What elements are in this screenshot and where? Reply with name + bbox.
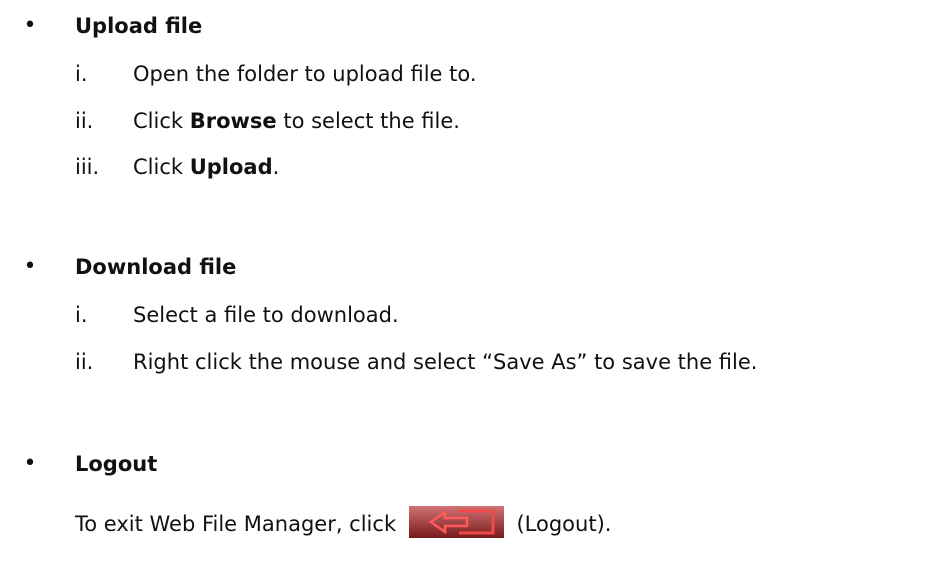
step-text-part: .: [272, 155, 280, 179]
bullet-point: •: [23, 13, 37, 38]
step-text-part: Click: [133, 155, 190, 179]
step-number: ii.: [75, 109, 94, 133]
step-text-part: Open the folder to upload file to.: [133, 62, 477, 86]
step-text: Click Browse to select the file.: [133, 106, 460, 136]
logout-arrow-icon[interactable]: [408, 506, 504, 538]
bullet-point: •: [23, 451, 37, 476]
step-number: ii.: [75, 350, 94, 374]
step-text-part: to select the file.: [276, 109, 460, 133]
bullet-point: •: [23, 254, 37, 279]
section-upload-file: • Upload file: [0, 11, 930, 41]
section-title: Download file: [75, 255, 237, 279]
step-text: Select a file to download.: [133, 300, 399, 330]
list-item: ii. Right click the mouse and select “Sa…: [0, 347, 930, 377]
section-title: Upload file: [75, 14, 203, 38]
upload-keyword: Upload: [189, 155, 273, 179]
step-text: Open the folder to upload file to.: [133, 59, 477, 89]
paragraph-text-after: (Logout).: [516, 512, 612, 536]
browse-keyword: Browse: [189, 109, 277, 133]
section-logout: • Logout: [0, 449, 930, 479]
step-text: Right click the mouse and select “Save A…: [133, 347, 757, 377]
list-item: i. Open the folder to upload file to.: [0, 59, 930, 89]
list-item: iii. Click Upload.: [0, 152, 930, 182]
logout-paragraph: To exit Web File Manager, click (Logout)…: [75, 506, 611, 542]
step-number: i.: [75, 303, 88, 327]
section-title: Logout: [75, 452, 158, 476]
list-item: i. Select a file to download.: [0, 300, 930, 330]
step-text-part: Select a file to download.: [133, 303, 399, 327]
list-item: ii. Click Browse to select the file.: [0, 106, 930, 136]
step-text: Click Upload.: [133, 152, 279, 182]
step-text-part: Click: [133, 109, 190, 133]
step-number: iii.: [75, 155, 100, 179]
step-text-part: Right click the mouse and select “Save A…: [133, 350, 758, 374]
step-number: i.: [75, 62, 88, 86]
section-download-file: • Download file: [0, 252, 930, 282]
paragraph-text-before: To exit Web File Manager, click: [75, 512, 397, 536]
document-page: • Upload file i. Open the folder to uplo…: [0, 0, 930, 561]
